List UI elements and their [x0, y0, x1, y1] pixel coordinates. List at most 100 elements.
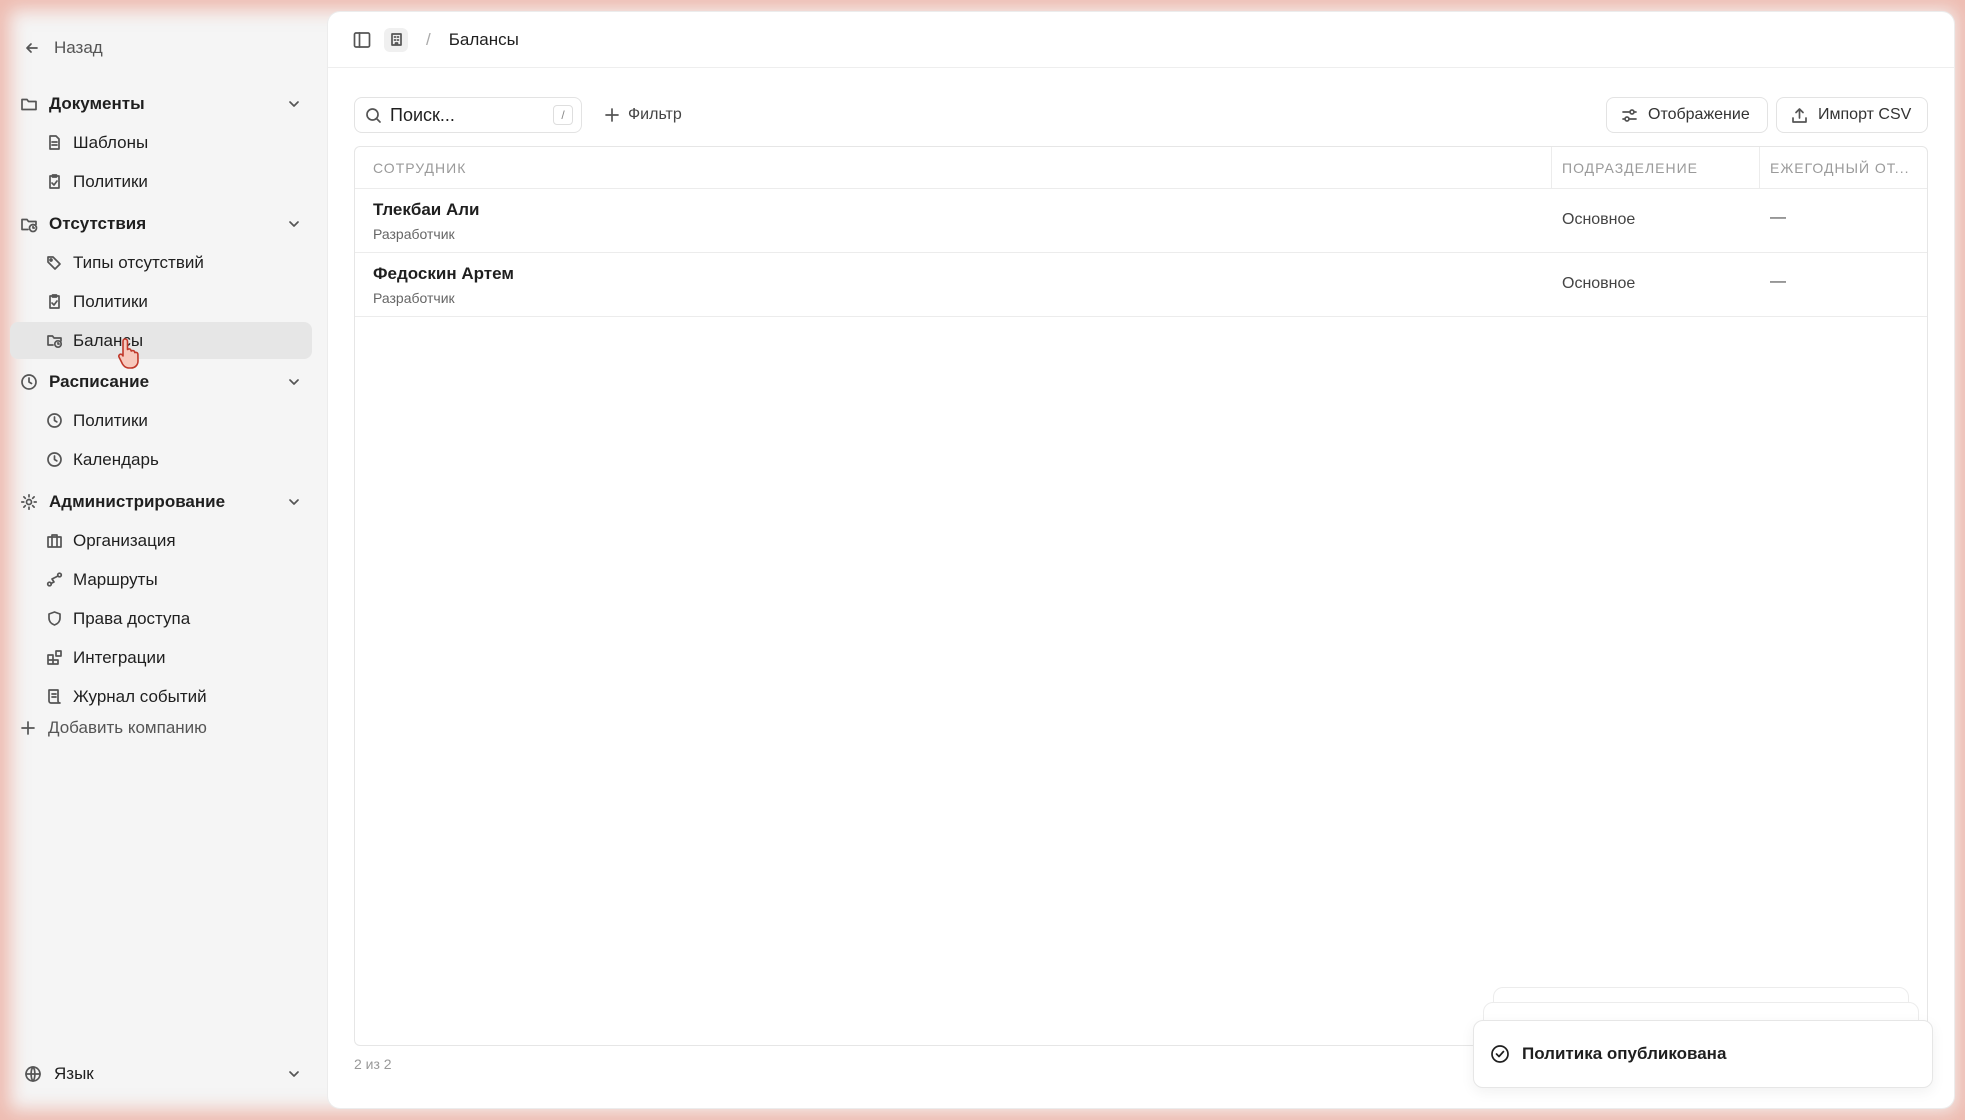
language-label: Язык — [54, 1064, 94, 1083]
import-csv-button[interactable]: Импорт CSV — [1776, 97, 1928, 133]
sidebar-group-header-schedule[interactable]: Расписание — [10, 364, 312, 400]
folder-clock-icon — [46, 332, 63, 349]
document-icon — [46, 134, 63, 151]
sidebar-item-balances[interactable]: Балансы — [10, 322, 312, 359]
sidebar-item-label: Маршруты — [73, 569, 158, 589]
balances-table: СОТРУДНИК ПОДРАЗДЕЛЕНИЕ ЕЖЕГОДНЫЙ ОТ... … — [354, 146, 1928, 1046]
clipboard-check-icon — [46, 173, 63, 190]
sidebar-group-header-documents[interactable]: Документы — [10, 86, 312, 122]
toast-notification[interactable]: Политика опубликована — [1473, 1020, 1933, 1088]
back-button[interactable]: Назад — [24, 28, 103, 68]
row-count: 2 из 2 — [354, 1056, 392, 1072]
filter-label: Фильтр — [628, 106, 682, 123]
sidebar-item-absence-types[interactable]: Типы отсутствий — [10, 244, 312, 281]
filter-button[interactable]: Фильтр — [604, 97, 682, 133]
employee-name: Тлекбаи Али — [373, 200, 480, 219]
scroll-text-icon — [46, 688, 63, 705]
employee-role: Разработчик — [373, 290, 455, 306]
sidebar-item-label: Календарь — [73, 449, 159, 469]
employee-name: Федоскин Артем — [373, 264, 514, 283]
sidebar-item-label: Интеграции — [73, 647, 166, 667]
sidebar-toggle-icon[interactable] — [352, 30, 372, 50]
sidebar-item-organization[interactable]: Организация — [10, 522, 312, 559]
breadcrumb-home[interactable] — [384, 27, 408, 52]
table-header: СОТРУДНИК ПОДРАЗДЕЛЕНИЕ ЕЖЕГОДНЫЙ ОТ... — [355, 147, 1927, 189]
sidebar-item-label: Шаблоны — [73, 132, 149, 152]
sidebar-item-label: Права доступа — [73, 608, 191, 628]
breadcrumb-separator: / — [426, 29, 431, 49]
upload-icon — [1792, 107, 1807, 123]
chevron-down-icon — [289, 101, 299, 107]
column-header-annual-leave[interactable]: ЕЖЕГОДНЫЙ ОТ... — [1759, 147, 1927, 189]
back-label: Назад — [54, 38, 103, 57]
chevron-down-icon — [289, 221, 299, 227]
employee-department: Основное — [1562, 275, 1636, 292]
toast-message: Политика опубликована — [1522, 1044, 1727, 1063]
sidebar-group-label: Администрирование — [49, 492, 226, 511]
chevron-down-icon — [289, 379, 299, 385]
sidebar-item-schedule-policies[interactable]: Политики — [10, 402, 312, 439]
sidebar-item-absence-policies[interactable]: Политики — [10, 283, 312, 320]
sidebar-item-integrations[interactable]: Интеграции — [10, 639, 312, 676]
import-label: Импорт CSV — [1818, 106, 1912, 123]
sliders-icon — [1622, 108, 1637, 122]
topbar: / Балансы — [328, 12, 1954, 68]
app-frame: Назад Документы Шаблоны Политики Отсутст… — [0, 0, 1965, 1120]
shield-icon — [46, 610, 63, 627]
sidebar-item-label: Политики — [73, 291, 148, 311]
table-row[interactable]: Федоскин Артем Разработчик Основное — — [355, 253, 1927, 317]
blocks-icon — [46, 649, 63, 666]
clipboard-check-icon — [46, 293, 63, 310]
chevron-down-icon — [289, 1071, 299, 1077]
sidebar-group-header-administration[interactable]: Администрирование — [10, 484, 312, 520]
tags-icon — [46, 254, 63, 271]
mouse-cursor-icon — [118, 338, 139, 369]
sidebar-group-header-absences[interactable]: Отсутствия — [10, 206, 312, 242]
sidebar-item-calendar[interactable]: Календарь — [10, 441, 312, 478]
search-shortcut-badge: / — [553, 105, 573, 125]
search-icon — [366, 107, 381, 123]
sidebar-item-label: Журнал событий — [73, 686, 207, 706]
route-icon — [46, 571, 63, 588]
add-company-label: Добавить компанию — [48, 718, 207, 737]
sidebar-item-event-log[interactable]: Журнал событий — [10, 678, 312, 715]
check-circle-icon — [1491, 1045, 1509, 1063]
folder-icon — [20, 95, 38, 113]
clock-icon — [46, 412, 63, 429]
sidebar-item-label: Политики — [73, 410, 148, 430]
main-panel: / Балансы / Фильтр Отображение Импорт CS… — [328, 12, 1954, 1108]
plus-icon — [21, 721, 35, 735]
column-header-department[interactable]: ПОДРАЗДЕЛЕНИЕ — [1551, 147, 1698, 189]
search-input[interactable] — [390, 104, 540, 126]
employee-role: Разработчик — [373, 226, 455, 242]
annual-leave-value: — — [1770, 273, 1786, 290]
sidebar-group-administration: Администрирование Организация Маршруты П… — [10, 484, 312, 715]
column-header-employee[interactable]: СОТРУДНИК — [373, 147, 466, 189]
language-selector[interactable]: Язык — [24, 1058, 312, 1090]
sidebar: Назад Документы Шаблоны Политики Отсутст… — [10, 10, 322, 1110]
sidebar-item-access-rights[interactable]: Права доступа — [10, 600, 312, 637]
display-settings-button[interactable]: Отображение — [1606, 97, 1768, 133]
sidebar-item-document-policies[interactable]: Политики — [10, 163, 312, 200]
table-row[interactable]: Тлекбаи Али Разработчик Основное — — [355, 189, 1927, 253]
globe-icon — [25, 1066, 41, 1082]
arrow-left-icon — [26, 43, 38, 53]
sidebar-group-label: Документы — [49, 94, 145, 113]
clock-icon — [20, 373, 38, 391]
clock-icon — [46, 451, 63, 468]
sidebar-group-label: Отсутствия — [49, 214, 147, 233]
sidebar-item-templates[interactable]: Шаблоны — [10, 124, 312, 161]
sidebar-group-label: Расписание — [49, 372, 150, 391]
gear-icon — [20, 493, 38, 511]
sidebar-item-label: Типы отсутствий — [73, 252, 204, 272]
building-icon — [390, 33, 402, 46]
search-box[interactable]: / — [354, 97, 582, 133]
folder-clock-icon — [20, 215, 38, 233]
sidebar-group-schedule: Расписание Политики Календарь — [10, 364, 312, 478]
chevron-down-icon — [289, 499, 299, 505]
display-label: Отображение — [1648, 106, 1750, 123]
add-company-button[interactable]: Добавить компанию — [20, 712, 207, 744]
sidebar-item-routes[interactable]: Маршруты — [10, 561, 312, 598]
sidebar-group-absences: Отсутствия Типы отсутствий Политики Бала… — [10, 206, 312, 359]
sidebar-group-documents: Документы Шаблоны Политики — [10, 86, 312, 200]
